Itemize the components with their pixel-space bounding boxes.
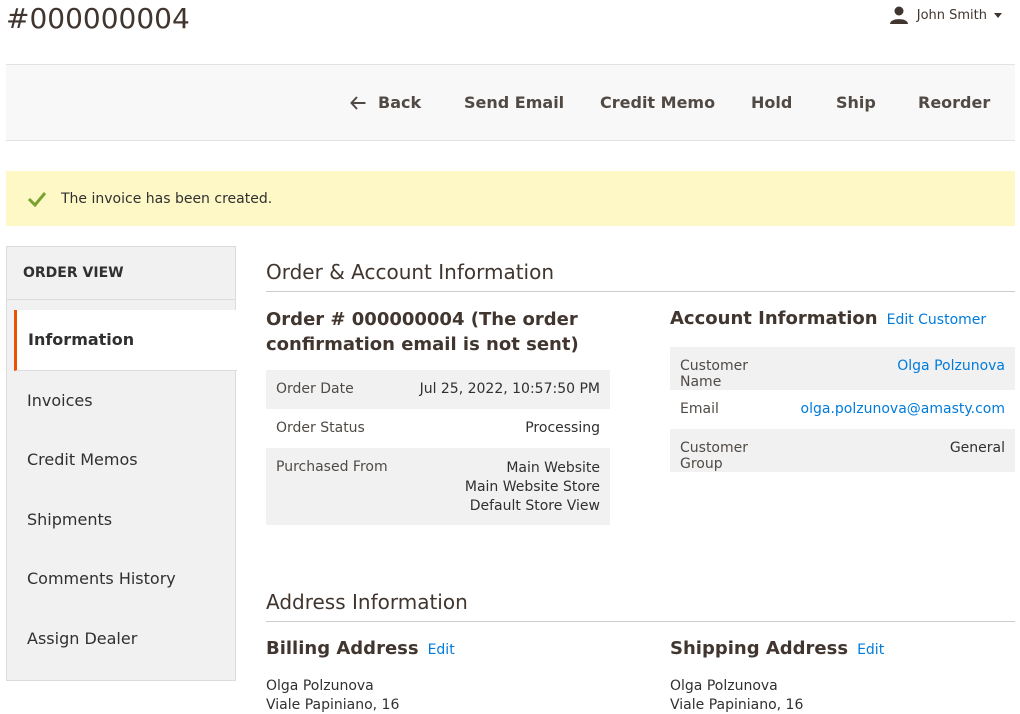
- sidebar-heading: ORDER VIEW: [23, 265, 124, 281]
- sidebar-item-invoices[interactable]: Invoices: [27, 391, 93, 410]
- shipping-address-header: Shipping Address Edit: [670, 638, 884, 659]
- page-actions-toolbar: Back Send Email Credit Memo Hold Ship Re…: [6, 64, 1015, 141]
- sidebar-item-assign-dealer[interactable]: Assign Dealer: [27, 629, 137, 648]
- purchased-from-store-view: Default Store View: [469, 498, 600, 514]
- hold-button[interactable]: Hold: [751, 93, 792, 113]
- order-date-label: Order Date: [276, 381, 354, 397]
- user-icon: [889, 6, 908, 24]
- sidebar-item-information[interactable]: Information: [14, 310, 237, 371]
- page-title: #000000004: [6, 2, 190, 35]
- order-info-table: Order Date Jul 25, 2022, 10:57:50 PM Ord…: [266, 370, 610, 525]
- sidebar-item-shipments[interactable]: Shipments: [27, 510, 112, 529]
- purchased-from-label: Purchased From: [276, 459, 388, 475]
- purchased-from-store: Main Website Store: [464, 479, 600, 495]
- order-status-label: Order Status: [276, 420, 365, 436]
- edit-billing-address-link[interactable]: Edit: [428, 642, 455, 658]
- email-link[interactable]: olga.polzunova@amasty.com: [801, 401, 1005, 417]
- billing-address-title: Billing Address: [266, 638, 419, 659]
- user-account-menu[interactable]: John Smith: [889, 5, 1002, 25]
- email-cell: olga.polzunova@amasty.com: [791, 390, 1015, 429]
- address-section-title: Address Information: [266, 590, 1015, 622]
- customer-name-cell: Olga Polzunova: [791, 347, 1015, 390]
- edit-customer-link[interactable]: Edit Customer: [887, 312, 987, 328]
- sidebar-item-credit-memos[interactable]: Credit Memos: [27, 450, 138, 469]
- email-label: Email: [680, 401, 719, 417]
- order-title: Order # 000000004 (The order confirmatio…: [266, 309, 579, 355]
- billing-address-name: Olga Polzunova: [266, 678, 374, 694]
- table-row: Customer Group General: [670, 429, 1015, 472]
- user-name: John Smith: [916, 7, 987, 23]
- table-row: Purchased From Main Website Main Website…: [266, 448, 610, 525]
- customer-group-value: General: [949, 440, 1005, 456]
- shipping-address-name: Olga Polzunova: [670, 678, 778, 694]
- customer-name-link[interactable]: Olga Polzunova: [897, 358, 1005, 374]
- account-info-table: Customer Name Olga Polzunova Email olga.…: [670, 347, 1015, 472]
- shipping-address-title: Shipping Address: [670, 638, 849, 659]
- billing-address-street: Viale Papiniano, 16: [266, 697, 400, 713]
- order-view-sidebar: ORDER VIEW Information Invoices Credit M…: [6, 246, 237, 681]
- chevron-down-icon: [994, 12, 1002, 18]
- back-button[interactable]: Back: [350, 93, 421, 113]
- account-info-header: Account Information Edit Customer: [670, 308, 986, 329]
- credit-memo-button[interactable]: Credit Memo: [600, 93, 715, 113]
- send-email-button[interactable]: Send Email: [464, 93, 564, 113]
- billing-address-header: Billing Address Edit: [266, 638, 455, 659]
- account-info-title: Account Information: [670, 308, 878, 329]
- sidebar-item-label: Information: [28, 330, 135, 349]
- edit-shipping-address-link[interactable]: Edit: [857, 642, 884, 658]
- success-message: The invoice has been created.: [6, 171, 1015, 226]
- arrow-left-icon: [350, 96, 366, 110]
- table-row: Order Date Jul 25, 2022, 10:57:50 PM: [266, 370, 610, 409]
- check-icon: [27, 191, 47, 207]
- purchased-from-value: Main Website Main Website Store Default …: [402, 448, 610, 525]
- customer-name-label: Customer Name: [680, 358, 749, 390]
- ship-button[interactable]: Ship: [836, 93, 876, 113]
- sidebar-item-comments-history[interactable]: Comments History: [27, 569, 176, 588]
- order-status-value: Processing: [525, 420, 600, 436]
- message-text: The invoice has been created.: [61, 190, 273, 207]
- purchased-from-website: Main Website: [506, 460, 600, 476]
- customer-group-label: Customer Group: [680, 440, 749, 472]
- reorder-button[interactable]: Reorder: [918, 93, 990, 113]
- order-date-value: Jul 25, 2022, 10:57:50 PM: [419, 381, 600, 397]
- shipping-address-street: Viale Papiniano, 16: [670, 697, 804, 713]
- order-account-section-title: Order & Account Information: [266, 260, 1015, 292]
- billing-address: Olga Polzunova Viale Papiniano, 16: [266, 677, 399, 714]
- table-row: Customer Name Olga Polzunova: [670, 347, 1015, 390]
- table-row: Email olga.polzunova@amasty.com: [670, 390, 1015, 429]
- shipping-address: Olga Polzunova Viale Papiniano, 16: [670, 677, 803, 714]
- table-row: Order Status Processing: [266, 409, 610, 448]
- back-label: Back: [378, 93, 422, 112]
